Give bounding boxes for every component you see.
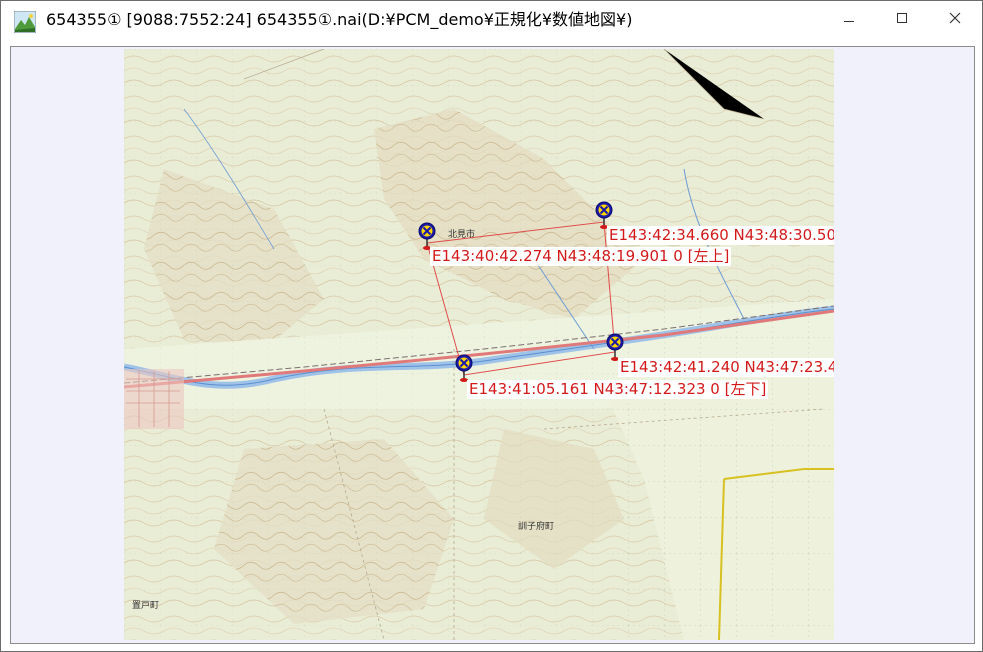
coord-label-top-right: E143:42:34.660 N43:48:30.504 0 [右上] (607, 226, 834, 245)
title-bar[interactable]: 654355① [9088:7552:24] 654355①.nai(D:¥PC… (1, 1, 982, 39)
window-title: 654355① [9088:7552:24] 654355①.nai(D:¥PC… (46, 10, 633, 29)
coord-label-bottom-left: E143:41:05.161 N43:47:12.323 0 [左下] (467, 380, 769, 399)
close-icon (949, 12, 961, 24)
client-area: 北見市 訓子府町 置戸町 E143:42:34.660 N43:48:30.50… (10, 46, 975, 644)
place-label-kitami: 北見市 (448, 230, 476, 240)
map-app-icon (14, 11, 36, 33)
app-window: 654355① [9088:7552:24] 654355①.nai(D:¥PC… (0, 0, 983, 652)
minimize-button[interactable] (826, 1, 872, 35)
coord-label-top-left: E143:40:42.274 N43:48:19.901 0 [左上] (430, 247, 732, 266)
topographic-map[interactable]: 北見市 訓子府町 置戸町 E143:42:34.660 N43:48:30.50… (124, 49, 834, 640)
minimize-icon (844, 20, 854, 22)
place-label-kunneppu: 訓子府町 (518, 522, 555, 532)
close-button[interactable] (932, 1, 978, 35)
maximize-icon (897, 13, 907, 23)
control-point-marker-bottom-left[interactable] (454, 353, 474, 383)
map-canvas (124, 49, 834, 640)
place-label-rubeshibe: 置戸町 (132, 601, 160, 611)
maximize-button[interactable] (879, 1, 925, 35)
coord-label-bottom-right: E143:42:41.240 N43:47:23.449 0 [右下] (618, 358, 834, 377)
